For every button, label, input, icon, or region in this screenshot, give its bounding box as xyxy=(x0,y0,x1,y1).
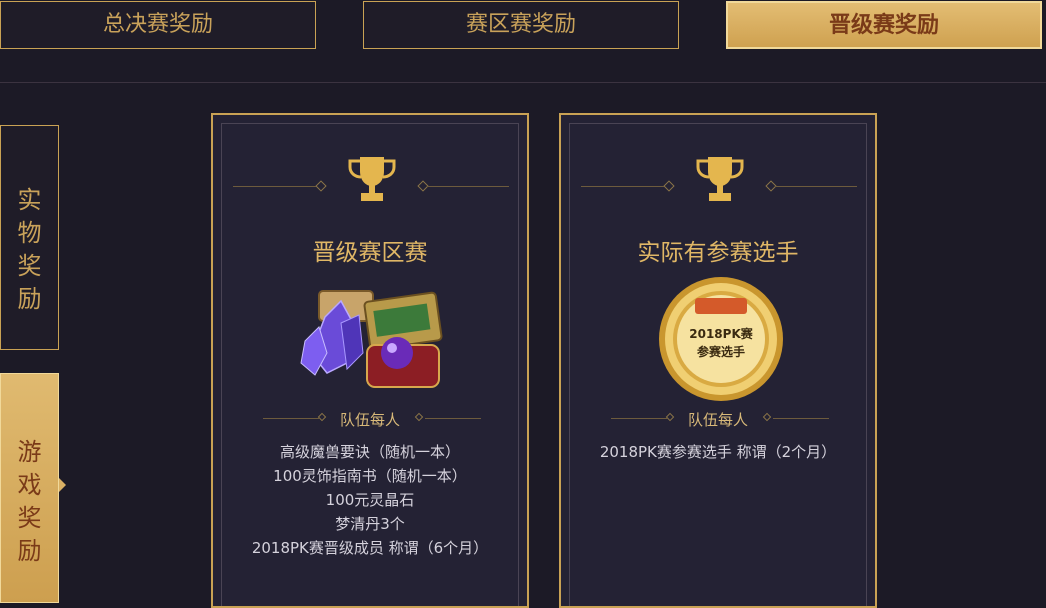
deco-line xyxy=(775,186,857,187)
medal-text: 2018PK赛 参赛选手 xyxy=(655,325,787,361)
reward-items-image xyxy=(300,290,443,388)
deco-line xyxy=(427,186,509,187)
deco-line xyxy=(773,418,829,419)
card-title: 晋级赛区赛 xyxy=(312,240,428,266)
reward-list: 2018PK赛参赛选手 称谓（2个月） xyxy=(561,440,875,464)
reward-list: 高级魔兽要诀（随机一本） 100灵饰指南书（随机一本） 100元灵晶石 梦清丹3… xyxy=(213,440,527,560)
side-tab-physical-rewards[interactable]: 实物奖励 xyxy=(0,125,59,350)
header-divider xyxy=(0,82,1046,83)
trophy-icon xyxy=(696,157,744,201)
reward-card-promotion-division: 晋级赛区赛 队伍每人 高级魔兽要诀（随机一本） 100灵饰指南书（随机一本） 1… xyxy=(211,113,529,608)
side-tab-label: 游戏奖励 xyxy=(17,438,42,565)
tab-division-rewards[interactable]: 赛区赛奖励 xyxy=(363,1,679,49)
deco-line xyxy=(581,186,669,187)
reward-item: 梦清丹3个 xyxy=(335,515,405,533)
trophy-icon xyxy=(348,157,396,201)
card-title: 实际有参赛选手 xyxy=(637,240,799,266)
medal-line: 2018PK赛 xyxy=(689,327,753,341)
deco-line xyxy=(233,186,321,187)
reward-item: 高级魔兽要诀（随机一本） xyxy=(279,443,460,461)
per-member-label: 队伍每人 xyxy=(339,411,400,429)
side-tab-label: 实物奖励 xyxy=(17,186,42,313)
reward-item: 100灵饰指南书（随机一本） xyxy=(273,467,467,485)
medal-line: 参赛选手 xyxy=(696,345,745,359)
per-member-label: 队伍每人 xyxy=(687,411,748,429)
reward-item: 2018PK赛晋级成员 称谓（6个月） xyxy=(251,539,489,557)
reward-card-participant: 实际有参赛选手 2018PK赛 参赛选手 队伍每人 2018PK赛参赛选手 称谓… xyxy=(559,113,877,608)
side-tab-game-rewards[interactable]: 游戏奖励 xyxy=(0,373,59,603)
tab-finals-rewards[interactable]: 总决赛奖励 xyxy=(0,1,316,49)
reward-item: 2018PK赛参赛选手 称谓（2个月） xyxy=(599,443,837,461)
tab-promotion-rewards[interactable]: 晋级赛奖励 xyxy=(726,1,1042,49)
reward-item: 100元灵晶石 xyxy=(325,491,415,509)
active-arrow-icon xyxy=(59,478,66,492)
deco-line xyxy=(425,418,481,419)
